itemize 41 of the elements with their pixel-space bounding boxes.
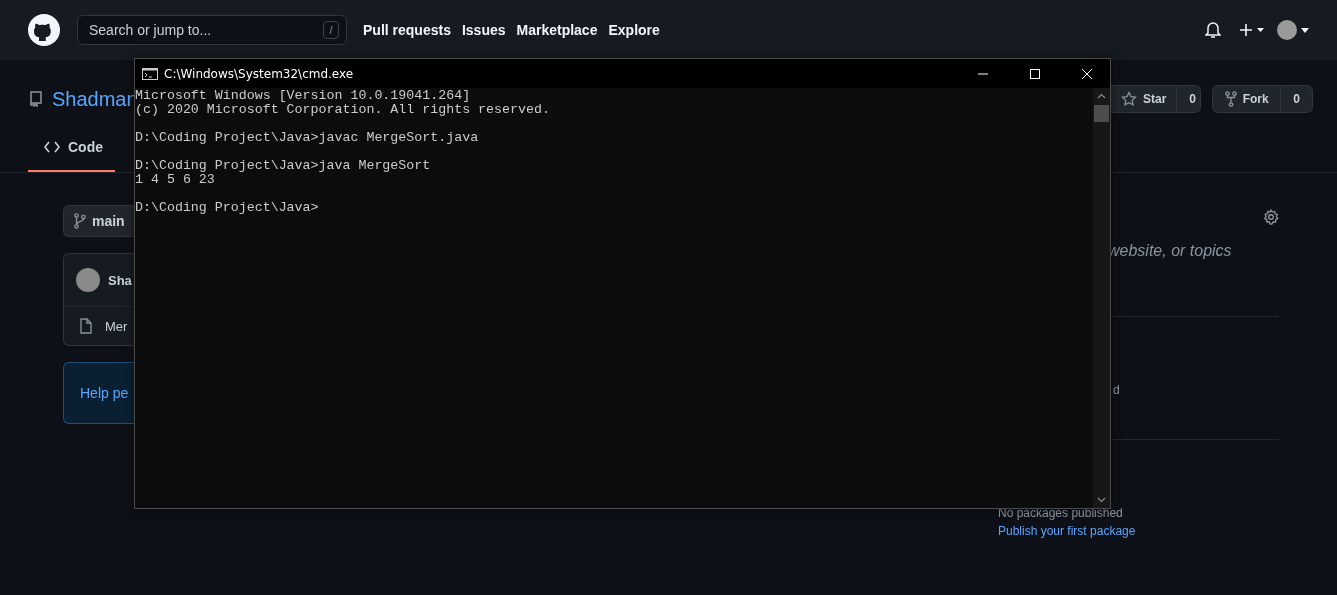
- code-icon: [44, 141, 60, 153]
- repo-icon: [30, 91, 42, 107]
- terminal-line: (c) 2020 Microsoft Corporation. All rights reserved.: [135, 103, 551, 117]
- branch-button[interactable]: main: [63, 205, 134, 237]
- avatar[interactable]: [1277, 20, 1297, 40]
- terminal-line: Microsoft Windows [Version 10.0.19041.264]: [135, 89, 472, 103]
- nav-link[interactable]: Marketplace: [516, 22, 598, 38]
- plus-icon[interactable]: [1239, 23, 1265, 37]
- commit-author[interactable]: Sha: [108, 272, 132, 288]
- action-label: Fork: [1242, 92, 1269, 106]
- fork-button[interactable]: Fork 0: [1212, 85, 1313, 113]
- window-title: C:\Windows\System32\cmd.exe: [164, 66, 354, 81]
- nav-link[interactable]: Pull requests: [363, 22, 451, 38]
- console-icon: [142, 67, 158, 80]
- star-icon: [1121, 91, 1137, 107]
- file-icon: [80, 318, 92, 334]
- terminal-line: D:\Coding Project\Java>javac MergeSort.java: [135, 131, 480, 145]
- scroll-thumb[interactable]: [1094, 105, 1109, 122]
- scrollbar[interactable]: [1093, 88, 1110, 508]
- terminal-line: 1 4 5 6 23: [135, 173, 216, 187]
- publish-package-link[interactable]: Publish your first package: [998, 524, 1279, 538]
- code-tab[interactable]: Code: [28, 124, 115, 172]
- shortcut-key: /: [323, 21, 339, 39]
- nav-link[interactable]: Explore: [608, 22, 660, 38]
- help-text: Help pe: [80, 385, 129, 401]
- file-link[interactable]: Mer: [105, 318, 128, 334]
- settings-icon[interactable]: [1263, 209, 1279, 225]
- avatar: [76, 268, 100, 292]
- action-count: 0: [1292, 91, 1301, 108]
- branch-icon: [74, 213, 86, 229]
- sidebar-text: d: [1112, 383, 1121, 397]
- nav-link[interactable]: Issues: [461, 22, 506, 38]
- cat-logo-icon[interactable]: [28, 14, 60, 46]
- action-count: 0: [1188, 91, 1198, 108]
- terminal-line: D:\Coding Project\Java>java MergeSort: [135, 159, 432, 173]
- fork-icon: [1224, 91, 1237, 107]
- caret-icon[interactable]: [1301, 27, 1309, 33]
- star-button[interactable]: Star 0: [1111, 85, 1201, 113]
- terminal-line: D:\Coding Project\Java>: [135, 201, 320, 215]
- action-label: Star: [1143, 92, 1167, 106]
- bell-icon[interactable]: [1205, 21, 1221, 39]
